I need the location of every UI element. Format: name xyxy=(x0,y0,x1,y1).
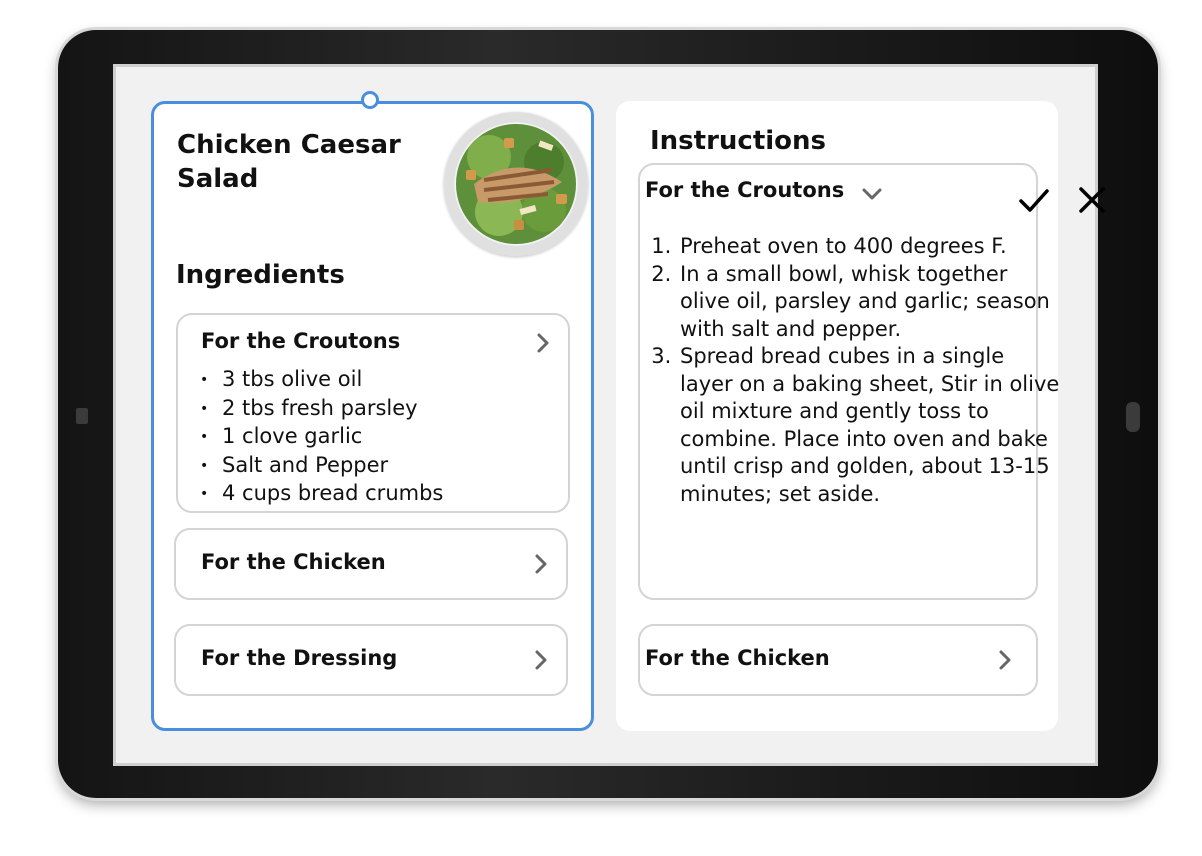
instruction-section-label: For the Chicken xyxy=(645,646,830,670)
chevron-down-icon[interactable] xyxy=(861,183,883,205)
salad-image xyxy=(444,112,588,256)
ingredient-group-label: For the Dressing xyxy=(201,646,398,670)
list-item: 3 tbs olive oil xyxy=(200,366,443,395)
ingredient-group-label: For the Chicken xyxy=(201,550,386,574)
side-sensor xyxy=(76,408,88,424)
chevron-right-icon[interactable] xyxy=(994,649,1016,671)
close-icon[interactable] xyxy=(1075,183,1109,217)
list-item: 2 tbs fresh parsley xyxy=(200,395,443,424)
instructions-heading: Instructions xyxy=(650,126,827,156)
step-item: In a small bowl, whisk together olive oi… xyxy=(678,261,1063,344)
chevron-right-icon[interactable] xyxy=(530,649,552,671)
chevron-right-icon[interactable] xyxy=(530,553,552,575)
chevron-right-icon[interactable] xyxy=(532,332,554,354)
selection-handle[interactable] xyxy=(361,91,379,109)
recipe-title: Chicken Caesar Salad xyxy=(177,130,401,194)
list-item: 1 clove garlic xyxy=(200,423,443,452)
list-item: Salt and Pepper xyxy=(200,452,443,481)
ingredient-group-label: For the Croutons xyxy=(201,329,401,353)
instruction-section-label: For the Croutons xyxy=(645,178,845,202)
step-item: Spread bread cubes in a single layer on … xyxy=(678,343,1063,508)
ingredients-heading: Ingredients xyxy=(176,260,345,290)
instruction-steps: Preheat oven to 400 degrees F. In a smal… xyxy=(650,233,1063,508)
ingredient-list: 3 tbs olive oil 2 tbs fresh parsley 1 cl… xyxy=(200,366,443,509)
home-button xyxy=(1126,402,1140,432)
list-item: 4 cups bread crumbs xyxy=(200,480,443,509)
checkmark-icon[interactable] xyxy=(1017,183,1051,217)
step-item: Preheat oven to 400 degrees F. xyxy=(678,233,1063,261)
